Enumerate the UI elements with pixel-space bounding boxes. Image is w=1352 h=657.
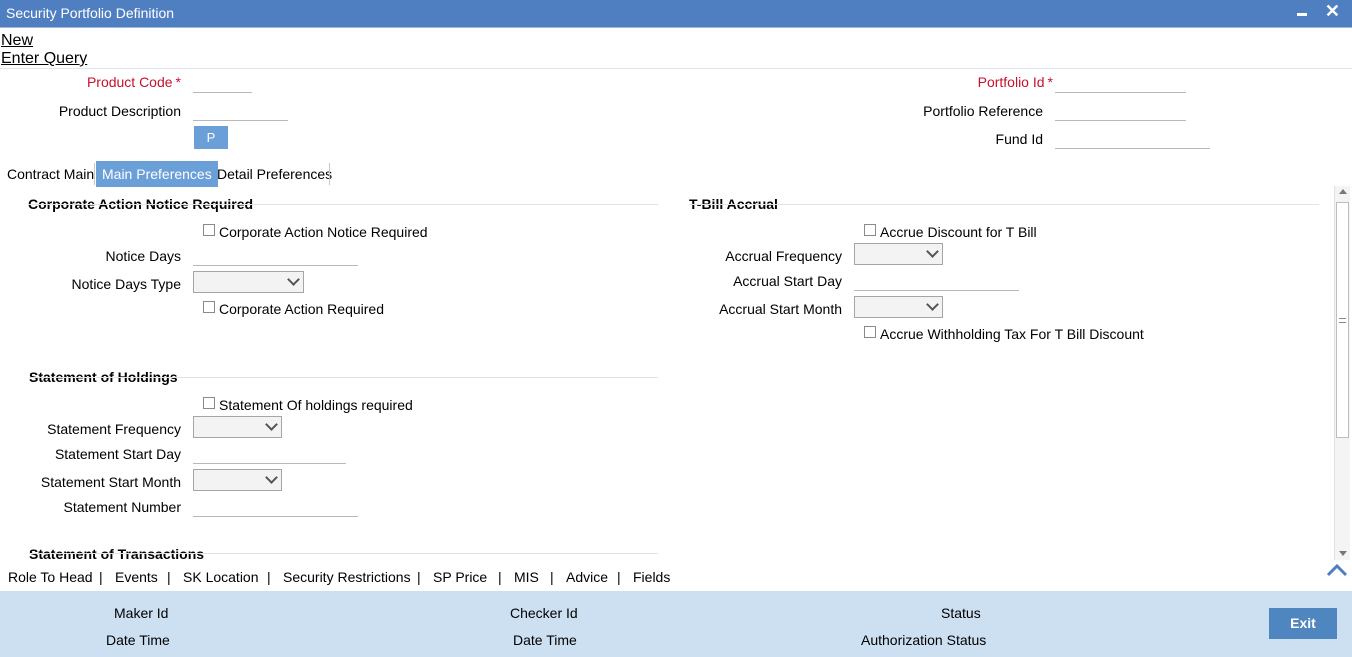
chevron-down-icon (265, 471, 278, 484)
chevron-down-icon (265, 418, 278, 431)
corporate-action-required-label: Corporate Action Required (219, 301, 384, 317)
enter-query-link[interactable]: Enter Query (1, 50, 87, 68)
section-divider (29, 377, 658, 378)
link-separator: | (417, 569, 421, 585)
portfolio-id-label: Portfolio Id * (977, 74, 1053, 90)
bottom-link-bar: Role To Head | Events | SK Location | Se… (0, 563, 1352, 591)
link-security-restrictions[interactable]: Security Restrictions (283, 569, 411, 585)
statement-number-field[interactable] (193, 495, 358, 517)
link-separator: | (617, 569, 621, 585)
fund-id-label: Fund Id (995, 131, 1043, 147)
holdings-required-label: Statement Of holdings required (219, 397, 413, 413)
notice-days-label: Notice Days (105, 248, 181, 264)
new-link[interactable]: New (1, 32, 33, 50)
product-code-label: Product Code * (86, 74, 181, 90)
product-description-label: Product Description (58, 103, 181, 119)
link-sk-location[interactable]: SK Location (183, 569, 259, 585)
window-titlebar: Security Portfolio Definition ✕ (0, 0, 1352, 27)
chevron-down-icon (926, 245, 939, 258)
vertical-scrollbar[interactable] (1334, 186, 1350, 560)
corporate-action-notice-checkbox[interactable] (203, 224, 215, 236)
portfolio-id-field[interactable] (1055, 71, 1186, 93)
link-sp-price[interactable]: SP Price (433, 569, 487, 585)
notice-days-type-select[interactable] (193, 271, 304, 293)
statement-frequency-label: Statement Frequency (47, 421, 181, 437)
close-icon[interactable]: ✕ (1325, 1, 1340, 21)
scroll-down-icon[interactable] (1339, 551, 1347, 556)
link-role-to-head[interactable]: Role To Head (8, 569, 93, 585)
tab-contract-main[interactable]: Contract Main (1, 161, 100, 187)
maker-id-label: Maker Id (114, 605, 169, 621)
date-time-label: Date Time (106, 632, 170, 648)
tab-main-preferences[interactable]: Main Preferences (96, 161, 218, 187)
scroll-to-top-icon[interactable] (1326, 560, 1348, 580)
chevron-down-icon (926, 298, 939, 311)
grip-icon (1339, 318, 1346, 323)
tab-detail-preferences[interactable]: Detail Preferences (211, 161, 338, 187)
accrue-withholding-checkbox[interactable] (864, 326, 876, 338)
status-label: Status (941, 605, 981, 621)
scrollbar-thumb[interactable] (1336, 202, 1349, 438)
fund-id-field[interactable] (1055, 127, 1210, 149)
statement-start-day-label: Statement Start Day (54, 446, 181, 462)
toolbar: New Enter Query (0, 27, 1352, 69)
notice-days-type-label: Notice Days Type (71, 276, 181, 292)
accrual-frequency-label: Accrual Frequency (725, 248, 842, 264)
product-code-field[interactable] (193, 71, 252, 93)
section-divider (689, 204, 1319, 205)
link-separator: | (550, 569, 554, 585)
scroll-up-icon[interactable] (1339, 189, 1347, 194)
section-divider (28, 204, 658, 205)
tab-divider (94, 163, 95, 185)
accrual-start-month-select[interactable] (854, 296, 943, 318)
exit-button[interactable]: Exit (1269, 608, 1337, 639)
window-title: Security Portfolio Definition (6, 5, 175, 21)
link-separator: | (267, 569, 271, 585)
accrual-start-day-field[interactable] (854, 269, 1019, 291)
link-mis[interactable]: MIS (514, 569, 539, 585)
holdings-required-checkbox[interactable] (203, 397, 215, 409)
date-time-label: Date Time (513, 632, 577, 648)
accrual-frequency-select[interactable] (854, 243, 943, 265)
product-description-field[interactable] (193, 99, 288, 121)
audit-footer: Maker Id Date Time Checker Id Date Time … (0, 591, 1352, 657)
link-advice[interactable]: Advice (566, 569, 608, 585)
link-separator: | (99, 569, 103, 585)
accrue-withholding-label: Accrue Withholding Tax For T Bill Discou… (880, 326, 1144, 342)
chevron-down-icon (287, 273, 300, 286)
corporate-action-notice-label: Corporate Action Notice Required (219, 224, 428, 240)
link-events[interactable]: Events (115, 569, 158, 585)
checker-id-label: Checker Id (510, 605, 578, 621)
accrue-discount-label: Accrue Discount for T Bill (880, 224, 1037, 240)
notice-days-field[interactable] (193, 244, 358, 266)
accrue-discount-checkbox[interactable] (864, 224, 876, 236)
corporate-action-required-checkbox[interactable] (203, 301, 215, 313)
accrual-start-month-label: Accrual Start Month (719, 301, 842, 317)
p-button[interactable]: P (194, 126, 228, 149)
statement-of-transactions-heading: Statement of Transactions (29, 546, 205, 562)
portfolio-reference-field[interactable] (1055, 99, 1186, 121)
authorization-status-label: Authorization Status (861, 632, 987, 648)
statement-frequency-select[interactable] (193, 416, 282, 438)
statement-start-month-select[interactable] (193, 469, 282, 491)
portfolio-reference-label: Portfolio Reference (923, 103, 1043, 119)
statement-start-month-label: Statement Start Month (40, 474, 181, 490)
link-separator: | (167, 569, 171, 585)
link-fields[interactable]: Fields (633, 569, 670, 585)
minimize-icon[interactable] (1297, 13, 1307, 16)
section-divider (29, 553, 658, 554)
statement-start-day-field[interactable] (193, 442, 346, 464)
statement-number-label: Statement Number (63, 499, 182, 515)
accrual-start-day-label: Accrual Start Day (733, 273, 842, 289)
link-separator: | (498, 569, 502, 585)
tab-divider (329, 163, 330, 185)
